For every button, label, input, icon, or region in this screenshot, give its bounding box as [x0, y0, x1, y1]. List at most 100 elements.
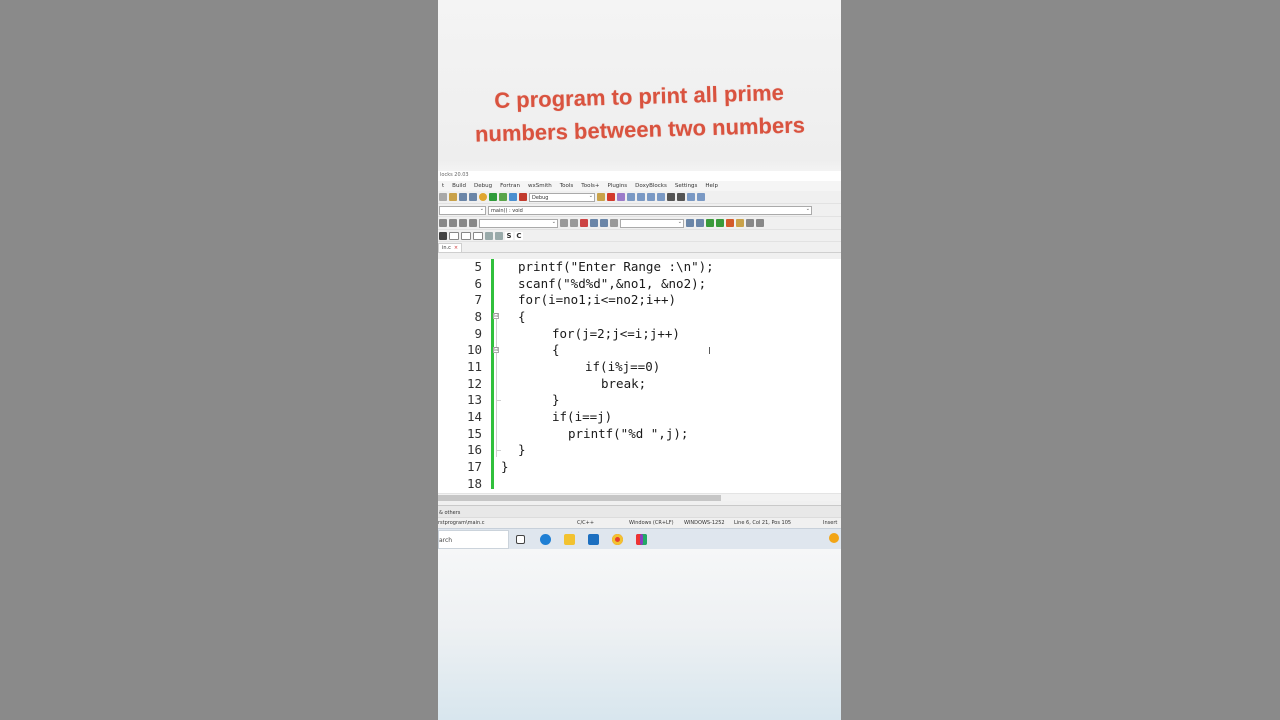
regex-icon[interactable]: [600, 219, 608, 227]
chrome-icon[interactable]: [612, 534, 623, 545]
menu-item-wxsmith[interactable]: wxSmith: [524, 183, 556, 189]
file-explorer-icon[interactable]: [564, 534, 575, 545]
flag-icon[interactable]: [726, 219, 734, 227]
code-line: {: [518, 309, 526, 324]
frame-icon[interactable]: [473, 231, 483, 240]
build-icon[interactable]: [479, 193, 487, 201]
mail-icon[interactable]: [588, 534, 599, 545]
line-number: 15: [466, 426, 482, 441]
zoom-in-icon[interactable]: [485, 231, 493, 240]
line-number: 7: [474, 292, 482, 307]
bookmark-icon[interactable]: [469, 219, 477, 227]
run-to-cursor-icon[interactable]: [617, 193, 625, 201]
edge-icon[interactable]: [540, 534, 551, 545]
menu-item[interactable]: t: [438, 183, 448, 189]
build-target-select[interactable]: Debug: [529, 192, 595, 202]
menu-item-build[interactable]: Build: [448, 183, 470, 189]
tab-main-c[interactable]: in.c ×: [438, 243, 463, 252]
logs-panel-tab[interactable]: & others: [438, 505, 841, 517]
fold-guide: [496, 317, 497, 457]
status-eol: Windows (CR+LF): [629, 520, 674, 526]
grid-icon[interactable]: [439, 231, 447, 240]
jump-back-icon[interactable]: [439, 219, 447, 227]
match-case-icon[interactable]: [590, 219, 598, 227]
codeblocks-icon[interactable]: [636, 534, 647, 545]
code-editor[interactable]: ⊟ ⊟ 5 6 7 8 9 10 11 12 13 14 15 16 17 18…: [438, 259, 841, 495]
background-fade: [438, 549, 841, 720]
menu-item-debug[interactable]: Debug: [470, 183, 496, 189]
arrow-left-icon[interactable]: [706, 219, 714, 227]
status-bar: rstprogram\main.c C/C++ Windows (CR+LF) …: [438, 517, 841, 528]
secondary-toolbar: [438, 217, 841, 230]
code-completion-toolbar: main() : void: [438, 204, 841, 217]
taskbar-search-input[interactable]: arch: [438, 530, 509, 549]
abort-icon[interactable]: [519, 193, 527, 201]
search2-select[interactable]: [620, 218, 684, 228]
code-line: }: [518, 442, 526, 457]
s-icon[interactable]: S: [505, 231, 513, 240]
step-out-icon[interactable]: [647, 193, 655, 201]
line-number: 6: [474, 276, 482, 291]
arrow-right-icon[interactable]: [716, 219, 724, 227]
prev-icon[interactable]: [560, 219, 568, 227]
line-number: 16: [466, 442, 482, 457]
horizontal-scrollbar[interactable]: [438, 493, 841, 501]
fold-end-marker: [496, 450, 501, 451]
close-icon[interactable]: ×: [454, 245, 458, 251]
marker-icon[interactable]: [736, 219, 744, 227]
code-line: if(i==j): [552, 409, 613, 424]
next-instruction-icon[interactable]: [657, 193, 665, 201]
jump-forward-icon[interactable]: [449, 219, 457, 227]
video-frame: C program to print all prime numbers bet…: [438, 0, 841, 720]
zoom-out-icon[interactable]: [495, 231, 503, 240]
c-icon[interactable]: C: [515, 231, 523, 240]
next-line-icon[interactable]: [627, 193, 635, 201]
menu-item-settings[interactable]: Settings: [671, 183, 702, 189]
fold-toggle-icon[interactable]: ⊟: [493, 313, 499, 319]
info-icon[interactable]: [697, 193, 705, 201]
step-into-icon[interactable]: [637, 193, 645, 201]
selected-text-icon[interactable]: [610, 219, 618, 227]
weather-icon[interactable]: [829, 533, 839, 543]
stop-icon[interactable]: [677, 193, 685, 201]
window-icon[interactable]: [449, 231, 459, 240]
scope-select[interactable]: [439, 205, 486, 215]
scrollbar-thumb[interactable]: [438, 495, 721, 501]
build-run-icon[interactable]: [499, 193, 507, 201]
panel-icon[interactable]: [461, 231, 471, 240]
highlight-icon[interactable]: [580, 219, 588, 227]
search-go-icon[interactable]: [686, 219, 694, 227]
function-select[interactable]: main() : void: [488, 205, 812, 215]
main-toolbar: Debug: [438, 191, 841, 204]
target-options-icon[interactable]: [597, 193, 605, 201]
editor-tabs: in.c ×: [438, 242, 841, 253]
menu-item-tools[interactable]: Tools: [556, 183, 578, 189]
debug-start-icon[interactable]: [607, 193, 615, 201]
menu-item-doxyblocks[interactable]: DoxyBlocks: [631, 183, 671, 189]
menu-item-tools-plus[interactable]: Tools+: [577, 183, 603, 189]
status-file-path: rstprogram\main.c: [438, 520, 485, 526]
save-icon[interactable]: [449, 193, 457, 201]
menu-item-plugins[interactable]: Plugins: [603, 183, 631, 189]
search-all-icon[interactable]: [696, 219, 704, 227]
video-title: C program to print all prime numbers bet…: [451, 75, 828, 151]
pause-icon[interactable]: [667, 193, 675, 201]
line-number: 14: [466, 409, 482, 424]
fold-toggle-icon[interactable]: ⊟: [493, 347, 499, 353]
right-letterbox: [841, 0, 1280, 720]
toggle-bookmark-icon[interactable]: [459, 219, 467, 227]
debug-windows-icon[interactable]: [687, 193, 695, 201]
search-select[interactable]: [479, 218, 558, 228]
task-view-icon[interactable]: [516, 535, 525, 544]
find-icon[interactable]: [459, 193, 467, 201]
run-icon[interactable]: [489, 193, 497, 201]
open-icon[interactable]: [439, 193, 447, 201]
next-icon[interactable]: [570, 219, 578, 227]
left-letterbox: [0, 0, 438, 720]
menu-item-fortran[interactable]: Fortran: [496, 183, 524, 189]
clear-icon[interactable]: [746, 219, 754, 227]
rebuild-icon[interactable]: [509, 193, 517, 201]
menu-item-help[interactable]: Help: [701, 183, 722, 189]
settings-icon[interactable]: [756, 219, 764, 227]
replace-icon[interactable]: [469, 193, 477, 201]
